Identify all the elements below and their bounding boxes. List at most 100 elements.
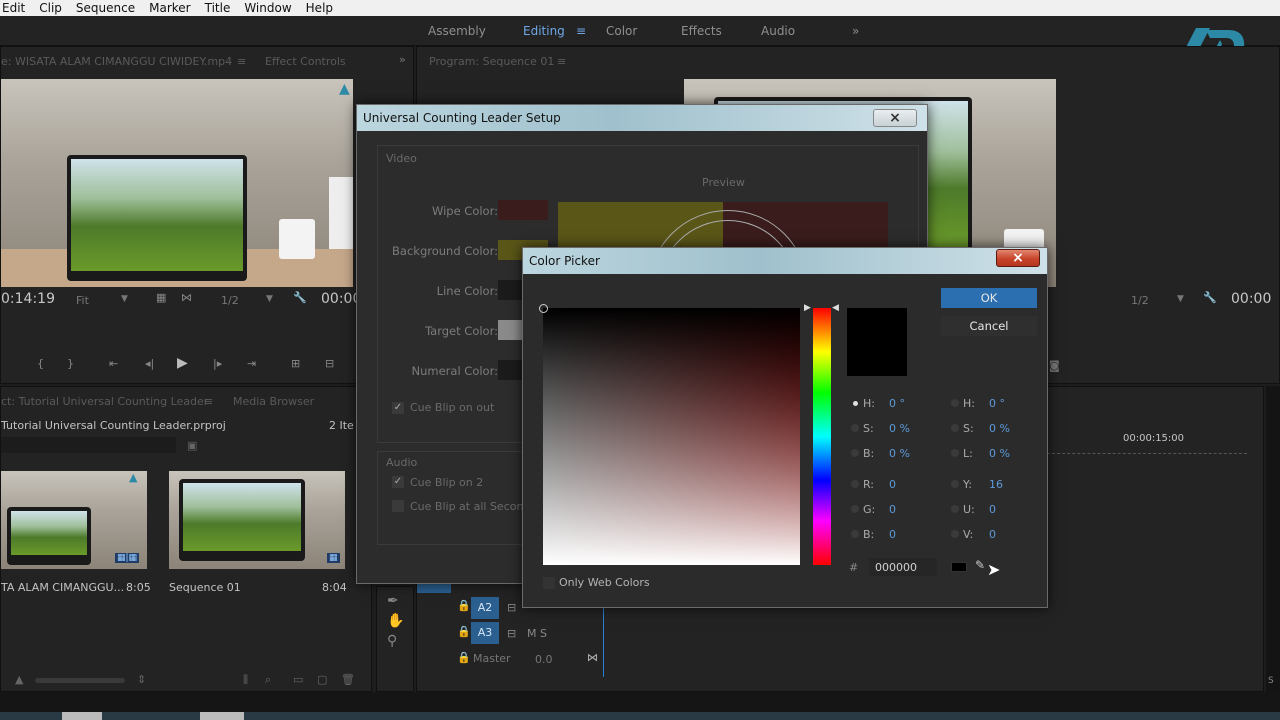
project-item-thumbnail[interactable]: ▦ bbox=[169, 471, 345, 569]
zoom-slider[interactable] bbox=[35, 678, 125, 683]
trim-icon[interactable]: ⋈ bbox=[181, 291, 192, 304]
color-field-cursor[interactable] bbox=[539, 304, 548, 313]
timeline-ruler[interactable] bbox=[1047, 453, 1247, 459]
hue-slider-left-arrow-icon[interactable]: ▶ bbox=[804, 303, 811, 313]
workspace-menu-icon[interactable]: ≡ bbox=[576, 24, 586, 38]
menu-window[interactable]: Window bbox=[242, 1, 293, 15]
radio-yuv-v[interactable] bbox=[951, 530, 959, 538]
chevron-down-icon[interactable]: ▼ bbox=[266, 294, 273, 304]
go-to-out-icon[interactable]: ⇥ bbox=[247, 357, 256, 370]
project-item-name[interactable]: TA ALAM CIMANGGU... bbox=[1, 581, 124, 594]
folder-icon[interactable]: ▭ bbox=[293, 673, 303, 686]
menu-marker[interactable]: Marker bbox=[147, 1, 192, 15]
track-a3[interactable]: A3 bbox=[471, 622, 499, 644]
menu-clip[interactable]: Clip bbox=[37, 1, 64, 15]
hand-icon[interactable]: ✋ bbox=[387, 613, 404, 629]
radio-rgb-b[interactable] bbox=[851, 530, 859, 538]
program-tab[interactable]: Program: Sequence 01 bbox=[429, 55, 554, 68]
wrench-icon[interactable]: 🔧 bbox=[1203, 291, 1217, 304]
zoom-icon[interactable]: ⚲ bbox=[387, 633, 397, 649]
lock-icon[interactable]: 🔒 bbox=[457, 625, 471, 638]
hsb-b-value[interactable]: 0 % bbox=[889, 447, 910, 460]
hsl-h-value[interactable]: 0 ° bbox=[989, 397, 1005, 410]
hsb-h-value[interactable]: 0 ° bbox=[889, 397, 905, 410]
project-item-name[interactable]: Sequence 01 bbox=[169, 581, 241, 594]
menu-sequence[interactable]: Sequence bbox=[74, 1, 137, 15]
track-a2[interactable]: A2 bbox=[471, 597, 499, 619]
radio-yuv-u[interactable] bbox=[951, 505, 959, 513]
cue-blip-all-checkbox[interactable] bbox=[392, 500, 404, 512]
menu-title[interactable]: Title bbox=[203, 1, 233, 15]
cue-blip-2-checkbox[interactable]: ✓ bbox=[392, 476, 404, 488]
yuv-v-value[interactable]: 0 bbox=[989, 528, 996, 541]
ok-button[interactable]: OK bbox=[941, 288, 1037, 308]
hue-slider-right-arrow-icon[interactable]: ◀ bbox=[832, 303, 839, 313]
radio-hsb-s[interactable] bbox=[851, 424, 859, 432]
search-input[interactable] bbox=[1, 437, 176, 453]
playhead[interactable] bbox=[603, 597, 604, 677]
master-volume[interactable]: 0.0 bbox=[535, 653, 553, 666]
workspace-tab-color[interactable]: Color bbox=[606, 24, 637, 38]
rgb-b-value[interactable]: 0 bbox=[889, 528, 896, 541]
yuv-u-value[interactable]: 0 bbox=[989, 503, 996, 516]
workspace-tab-audio[interactable]: Audio bbox=[761, 24, 795, 38]
program-scale-dropdown[interactable]: 1/2 bbox=[1131, 294, 1149, 307]
source-tab-menu-icon[interactable]: ≡ bbox=[237, 55, 246, 68]
trash-icon[interactable]: 🗑 bbox=[341, 673, 355, 686]
project-item-thumbnail[interactable]: ▲ ▦|▦ bbox=[1, 471, 147, 569]
camera-icon[interactable]: ◙ bbox=[1049, 359, 1060, 372]
radio-hsl-s[interactable] bbox=[951, 424, 959, 432]
radio-rgb-g[interactable] bbox=[851, 505, 859, 513]
media-browser-tab[interactable]: Media Browser bbox=[233, 395, 314, 408]
radio-rgb-r[interactable] bbox=[851, 480, 859, 488]
sync-icon[interactable]: ⊟ bbox=[507, 601, 516, 614]
mark-out-icon[interactable]: } bbox=[67, 357, 74, 370]
close-icon[interactable]: × bbox=[873, 109, 917, 127]
source-timecode[interactable]: 0:14:19 bbox=[1, 291, 55, 307]
hsl-l-value[interactable]: 0 % bbox=[989, 447, 1010, 460]
fit-dropdown[interactable]: Fit bbox=[76, 294, 89, 307]
automate-icon[interactable]: ⫼ bbox=[243, 673, 248, 687]
wrench-icon[interactable]: 🔧 bbox=[293, 291, 307, 304]
rgb-r-value[interactable]: 0 bbox=[889, 478, 896, 491]
new-item-icon[interactable]: ▢ bbox=[317, 673, 327, 686]
radio-hsb-b[interactable] bbox=[851, 449, 859, 457]
radio-hsb-h[interactable] bbox=[853, 401, 858, 406]
project-tab[interactable]: ct: Tutorial Universal Counting Leader bbox=[1, 395, 208, 408]
play-icon[interactable]: ▶ bbox=[177, 355, 188, 371]
sort-icon[interactable]: ⇕ bbox=[137, 673, 146, 686]
track-v-target[interactable] bbox=[417, 583, 451, 593]
find-icon[interactable]: ⌕ bbox=[265, 673, 271, 687]
rgb-g-value[interactable]: 0 bbox=[889, 503, 896, 516]
wipe-color-swatch[interactable] bbox=[498, 200, 548, 220]
grid-icon[interactable]: ▦ bbox=[156, 291, 166, 304]
lock-icon[interactable]: 🔒 bbox=[457, 599, 471, 612]
hsb-s-value[interactable]: 0 % bbox=[889, 422, 910, 435]
program-tab-menu-icon[interactable]: ≡ bbox=[557, 55, 566, 68]
step-back-icon[interactable]: ◂| bbox=[145, 357, 154, 370]
close-icon[interactable]: × bbox=[996, 249, 1040, 267]
step-forward-icon[interactable]: |▸ bbox=[213, 357, 222, 370]
hex-input[interactable]: 000000 bbox=[869, 558, 937, 576]
new-bin-icon[interactable]: ▣ bbox=[187, 439, 197, 452]
track-a3-controls[interactable]: M S bbox=[527, 627, 547, 640]
eyedropper-icon[interactable]: ✎ bbox=[975, 558, 985, 572]
sync-icon[interactable]: ⊟ bbox=[507, 627, 516, 640]
go-to-end-icon[interactable]: ⋈ bbox=[587, 651, 598, 664]
chevron-down-icon[interactable]: ▼ bbox=[1177, 294, 1184, 304]
track-master[interactable]: Master bbox=[473, 652, 511, 665]
mark-in-icon[interactable]: { bbox=[37, 357, 44, 370]
chevron-down-icon[interactable]: ▼ bbox=[121, 294, 128, 304]
workspace-more-button[interactable]: » bbox=[852, 24, 859, 38]
hue-slider[interactable] bbox=[813, 308, 831, 565]
menu-help[interactable]: Help bbox=[304, 1, 335, 15]
color-field[interactable] bbox=[539, 304, 800, 565]
go-to-in-icon[interactable]: ⇤ bbox=[109, 357, 118, 370]
project-tab-menu-icon[interactable]: ≡ bbox=[204, 395, 213, 408]
source-tab[interactable]: e: WISATA ALAM CIMANGGU CIWIDEY.mp4 bbox=[1, 55, 232, 68]
hsl-s-value[interactable]: 0 % bbox=[989, 422, 1010, 435]
cue-blip-out-checkbox[interactable]: ✓ bbox=[392, 402, 404, 414]
dialog-title-bar[interactable]: Color Picker bbox=[523, 248, 1047, 274]
radio-yuv-y[interactable] bbox=[951, 480, 959, 488]
pen-icon[interactable]: ✒ bbox=[387, 593, 399, 609]
